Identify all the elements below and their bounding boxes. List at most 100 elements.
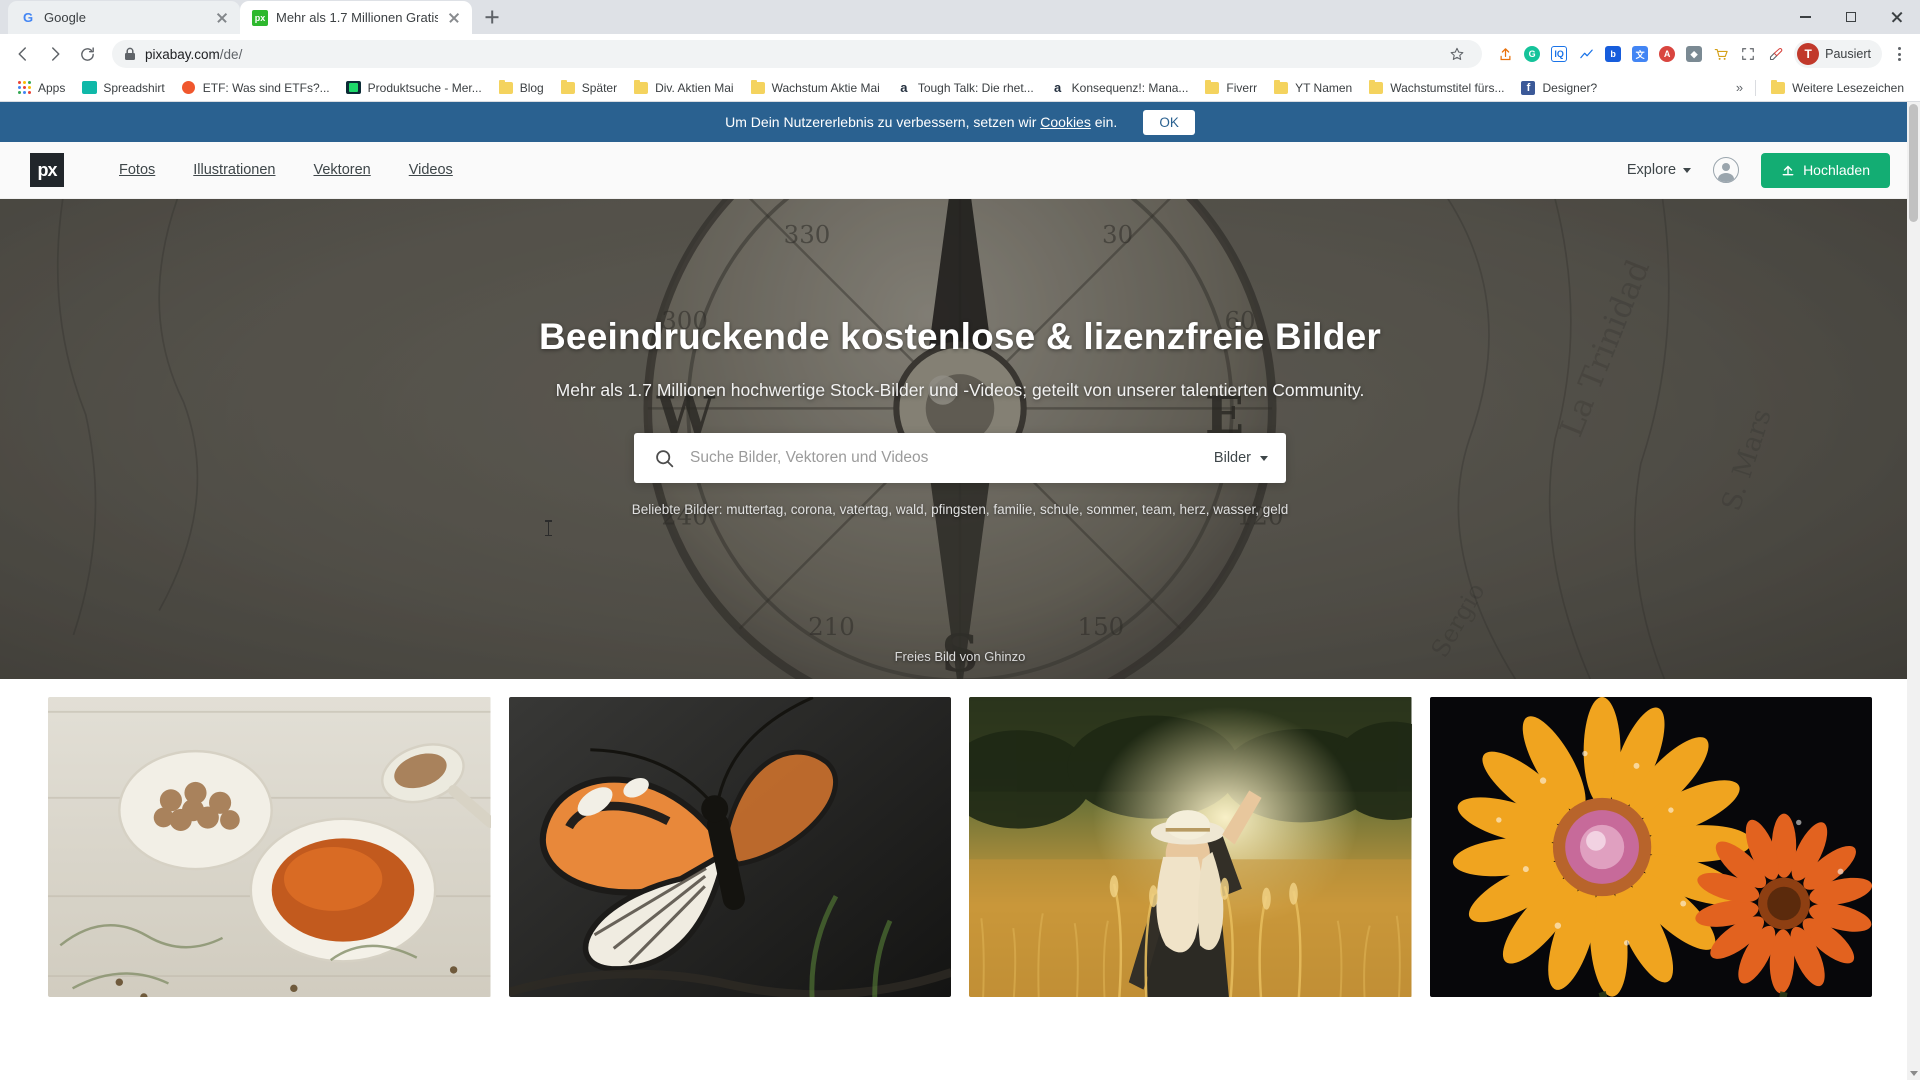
page-scrollbar[interactable]: [1907, 102, 1920, 1080]
folder-icon: [1770, 79, 1786, 96]
profile-button[interactable]: T Pausiert: [1794, 40, 1882, 68]
search-type-label: Bilder: [1213, 450, 1251, 466]
bookmark-star-icon[interactable]: [1444, 41, 1470, 67]
scrollbar-thumb[interactable]: [1909, 104, 1918, 222]
url-text: pixabay.com/de/: [145, 47, 242, 62]
browser-tab-google[interactable]: G Google: [8, 1, 240, 34]
folder-icon: [498, 79, 514, 96]
gallery-item-butterfly[interactable]: [508, 697, 951, 997]
close-window-button[interactable]: [1874, 0, 1920, 34]
cookie-text-before: Um Dein Nutzererlebnis zu verbessern, se…: [725, 114, 1037, 130]
cookie-banner: Um Dein Nutzererlebnis zu verbessern, se…: [0, 102, 1920, 142]
apps-grid-icon: [16, 80, 32, 96]
bookmark-etf[interactable]: ETF: Was sind ETFs?...: [173, 77, 338, 99]
amazon-icon: a: [900, 80, 908, 95]
url-path: /de/: [219, 46, 243, 62]
back-icon[interactable]: [8, 39, 38, 69]
bookmark-label: ETF: Was sind ETFs?...: [202, 80, 330, 95]
nav-vektoren[interactable]: Vektoren: [294, 162, 389, 178]
gallery-item-orange-flowers[interactable]: [1429, 697, 1872, 997]
explore-dropdown[interactable]: Explore: [1627, 162, 1692, 178]
minimize-button[interactable]: [1782, 0, 1828, 34]
close-tab-icon[interactable]: [214, 10, 230, 26]
iq-extension-icon[interactable]: IQ: [1546, 41, 1572, 67]
cookie-ok-button[interactable]: OK: [1143, 109, 1195, 135]
bookmark-label: Fiverr: [1226, 80, 1258, 95]
bookmark-yt-namen[interactable]: YT Namen: [1265, 77, 1360, 99]
nav-fotos[interactable]: Fotos: [100, 162, 174, 178]
eyedropper-icon[interactable]: [1762, 41, 1788, 67]
reload-icon[interactable]: [72, 39, 102, 69]
divider: [1755, 79, 1757, 96]
bookmark-label: Produktsuche - Mer...: [367, 80, 482, 95]
address-bar[interactable]: pixabay.com/de/: [112, 40, 1483, 68]
image-credit: Freies Bild von Ghinzo: [894, 649, 1026, 664]
bookmark-apps[interactable]: Apps: [8, 77, 73, 99]
search-type-dropdown[interactable]: Bilder: [1200, 450, 1268, 466]
bookmark-wachstum-aktie-mai[interactable]: Wachstum Aktie Mai: [742, 77, 888, 99]
nav-illustrationen[interactable]: Illustrationen: [174, 162, 294, 178]
upload-button[interactable]: Hochladen: [1761, 152, 1890, 188]
translate-icon[interactable]: 文: [1627, 41, 1653, 67]
browser-tab-pixabay[interactable]: px Mehr als 1.7 Millionen Gratis-Bild: [240, 1, 472, 34]
bitwarden-icon[interactable]: b: [1600, 41, 1626, 67]
tab-strip: G Google px Mehr als 1.7 Millionen Grati…: [0, 0, 1920, 34]
close-tab-icon[interactable]: [446, 10, 462, 26]
bookmarks-overflow-icon[interactable]: »: [1730, 80, 1749, 95]
bookmark-produktsuche[interactable]: Produktsuche - Mer...: [338, 77, 490, 99]
grammarly-icon[interactable]: G: [1519, 41, 1545, 67]
lock-icon: [125, 47, 135, 60]
shirt-icon: [346, 80, 362, 96]
shield-extension-icon[interactable]: ◆: [1681, 41, 1707, 67]
browser-toolbar: pixabay.com/de/ G IQ b 文 A ◆ T Pausiert: [0, 34, 1920, 74]
bookmark-spreadshirt[interactable]: Spreadshirt: [73, 77, 172, 99]
chrome-menu-icon[interactable]: [1886, 41, 1912, 67]
url-host: pixabay.com: [145, 46, 220, 62]
hero-subtitle: Mehr als 1.7 Millionen hochwertige Stock…: [555, 380, 1365, 400]
bookmark-label: Konsequenz!: Mana...: [1071, 80, 1189, 95]
bookmark-div-aktien-mai[interactable]: Div. Aktien Mai: [625, 77, 741, 99]
page-viewport: Um Dein Nutzererlebnis zu verbessern, se…: [0, 102, 1920, 1080]
folder-icon: [750, 79, 766, 96]
analytics-icon[interactable]: [1573, 41, 1599, 67]
bookmark-label: Div. Aktien Mai: [655, 80, 734, 95]
pixabay-logo[interactable]: px: [30, 153, 64, 187]
bookmark-designer[interactable]: f Designer?: [1512, 77, 1605, 99]
adblock-icon[interactable]: A: [1654, 41, 1680, 67]
bookmark-label: Weitere Lesezeichen: [1792, 80, 1904, 95]
search-input[interactable]: [690, 449, 1200, 467]
image-gallery: [0, 679, 1920, 997]
cookie-text-after: ein.: [1094, 114, 1118, 130]
bookmark-konsequenz[interactable]: a Konsequenz!: Mana...: [1042, 77, 1197, 99]
cart-icon[interactable]: [1708, 41, 1734, 67]
bookmark-spaeter[interactable]: Später: [552, 77, 625, 99]
bookmark-other-bookmarks[interactable]: Weitere Lesezeichen: [1762, 77, 1912, 99]
nav-videos[interactable]: Videos: [390, 162, 472, 178]
bookmark-wachstumstitel[interactable]: Wachstumstitel fürs...: [1360, 77, 1512, 99]
cookies-link[interactable]: Cookies: [1040, 114, 1091, 130]
search-bar[interactable]: Bilder: [634, 433, 1286, 483]
gallery-item-spices[interactable]: [48, 697, 491, 997]
upload-icon: [1782, 165, 1794, 176]
search-icon: [656, 449, 674, 467]
bookmark-fiverr[interactable]: Fiverr: [1196, 77, 1265, 99]
fullscreen-icon[interactable]: [1735, 41, 1761, 67]
popular-label: Beliebte Bilder:: [631, 502, 723, 517]
bookmark-label: Designer?: [1542, 80, 1598, 95]
bookmark-tough-talk[interactable]: a Tough Talk: Die rhet...: [888, 77, 1042, 99]
share-icon[interactable]: [1492, 41, 1518, 67]
tab-title: Mehr als 1.7 Millionen Gratis-Bild: [276, 10, 438, 25]
upload-label: Hochladen: [1803, 162, 1870, 178]
new-tab-button[interactable]: [478, 3, 506, 31]
scroll-down-icon[interactable]: [1910, 1071, 1918, 1076]
profile-status: Pausiert: [1825, 47, 1871, 61]
bookmark-blog[interactable]: Blog: [490, 77, 552, 99]
forward-icon[interactable]: [40, 39, 70, 69]
avatar: T: [1797, 43, 1820, 65]
bookmarks-right-section: » Weitere Lesezeichen: [1730, 77, 1912, 99]
popular-tags[interactable]: muttertag, corona, vatertag, wald, pfing…: [726, 502, 1288, 517]
maximize-button[interactable]: [1828, 0, 1874, 34]
user-avatar-icon[interactable]: [1713, 157, 1740, 183]
google-icon: G: [22, 10, 34, 25]
gallery-item-woman-field[interactable]: [969, 697, 1412, 997]
